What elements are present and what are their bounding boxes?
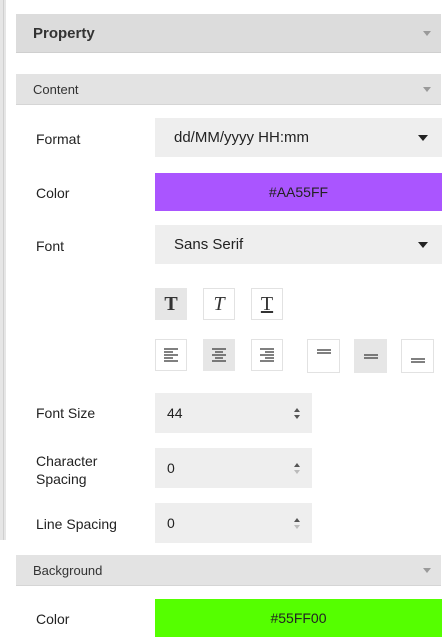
valign-bottom-icon	[410, 358, 425, 363]
line-spacing-stepper[interactable]: 0	[155, 503, 312, 543]
color-label: Color	[36, 185, 70, 201]
font-label: Font	[36, 238, 65, 254]
spinner-icon[interactable]	[294, 517, 300, 529]
align-center-icon	[212, 348, 226, 362]
align-right-icon	[260, 348, 274, 362]
chevron-down-icon[interactable]	[423, 86, 431, 92]
format-label: Format	[36, 131, 81, 147]
line-spacing-label: Line Spacing	[36, 516, 117, 532]
underline-button[interactable]: T	[251, 288, 283, 320]
dropdown-arrow-icon	[418, 134, 428, 141]
valign-bottom-button[interactable]	[401, 339, 434, 373]
text-color-value: #AA55FF	[268, 184, 329, 200]
font-value: Sans Serif	[174, 236, 244, 253]
chevron-down-icon[interactable]	[423, 30, 431, 36]
background-section-header[interactable]: Background	[16, 555, 441, 586]
chevron-down-icon[interactable]	[423, 567, 431, 573]
valign-middle-icon	[363, 354, 378, 359]
panel-title: Property	[33, 24, 95, 42]
bold-button[interactable]: T	[155, 288, 187, 320]
character-spacing-value: 0	[167, 460, 175, 476]
italic-icon: T	[213, 292, 225, 315]
font-size-stepper[interactable]: 44	[155, 393, 312, 433]
line-spacing-value: 0	[167, 515, 175, 531]
format-select[interactable]: dd/MM/yyyy HH:mm	[155, 118, 442, 157]
font-size-value: 44	[167, 405, 183, 421]
content-section-header[interactable]: Content	[16, 74, 441, 105]
font-size-label: Font Size	[36, 405, 96, 421]
dropdown-arrow-icon	[418, 241, 428, 248]
character-spacing-stepper[interactable]: 0	[155, 448, 312, 488]
underline-icon: T	[260, 292, 274, 315]
spinner-icon[interactable]	[294, 462, 300, 474]
background-section-title: Background	[33, 562, 103, 578]
font-select[interactable]: Sans Serif	[155, 225, 442, 264]
left-divider	[0, 0, 6, 540]
align-right-button[interactable]	[251, 339, 283, 371]
valign-middle-button[interactable]	[354, 339, 387, 373]
bold-icon: T	[164, 292, 178, 315]
italic-button[interactable]: T	[203, 288, 235, 320]
property-panel-header[interactable]: Property	[16, 14, 441, 53]
valign-top-icon	[316, 349, 331, 354]
align-left-icon	[164, 348, 178, 362]
valign-top-button[interactable]	[307, 339, 340, 373]
background-color-value: #55FF00	[270, 610, 327, 626]
align-left-button[interactable]	[155, 339, 187, 371]
format-value: dd/MM/yyyy HH:mm	[174, 129, 309, 146]
align-center-button[interactable]	[203, 339, 235, 371]
background-color-label: Color	[36, 611, 70, 627]
content-section-title: Content	[33, 81, 79, 97]
text-color-picker[interactable]: #AA55FF	[155, 173, 442, 211]
character-spacing-label: Character Spacing	[36, 453, 98, 487]
spinner-icon[interactable]	[294, 407, 300, 419]
background-color-picker[interactable]: #55FF00	[155, 599, 442, 637]
